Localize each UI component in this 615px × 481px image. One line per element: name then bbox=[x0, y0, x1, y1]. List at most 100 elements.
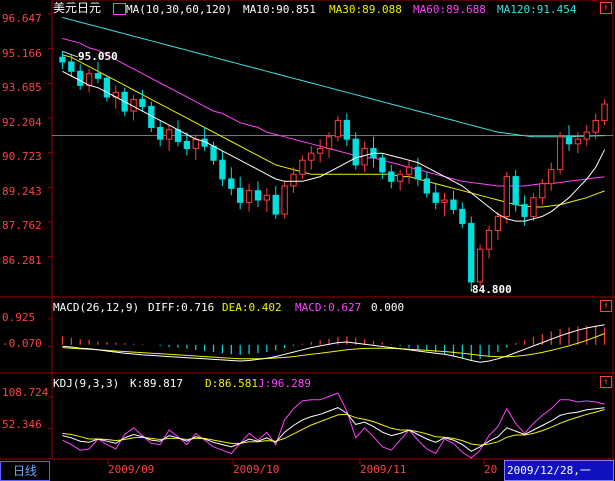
candle-body bbox=[157, 126, 164, 140]
macd-params-label: MACD(26,12,9) bbox=[53, 301, 140, 314]
macd-expand-button[interactable]: ↑ bbox=[600, 300, 612, 312]
symbol-title: 美元日元 bbox=[53, 1, 102, 15]
chart-window: 美元日元 MA(10,30,60,120) MA10:90.851 MA30:8… bbox=[0, 0, 615, 481]
candle-body bbox=[352, 138, 359, 166]
candle-body bbox=[299, 159, 306, 175]
high-annotation-leader bbox=[62, 51, 79, 58]
candle-body bbox=[521, 204, 528, 217]
candle-body bbox=[459, 208, 466, 224]
x-tick-label: 2009/10 bbox=[233, 463, 280, 476]
price-tick: 95.166 bbox=[2, 47, 42, 60]
candle-body bbox=[165, 129, 173, 140]
ma10-line bbox=[62, 70, 606, 222]
ma60-value: MA60:89.688 bbox=[413, 3, 486, 16]
candle-body bbox=[192, 138, 199, 150]
candle-body bbox=[565, 136, 573, 145]
high-annotation: 95.050 bbox=[78, 50, 118, 63]
candle-body bbox=[139, 98, 146, 107]
candle-body bbox=[592, 119, 599, 133]
candle-body bbox=[334, 119, 342, 138]
candle-body bbox=[379, 157, 386, 173]
candle-body bbox=[77, 70, 84, 86]
candle-body bbox=[272, 194, 279, 215]
candle-body bbox=[494, 215, 502, 231]
candle-body bbox=[441, 199, 448, 203]
candle-body bbox=[361, 148, 368, 166]
candle-body bbox=[174, 129, 182, 143]
price-tick: 89.243 bbox=[2, 185, 42, 198]
price-tick: 87.762 bbox=[2, 219, 42, 232]
ma120-value: MA120:91.454 bbox=[497, 3, 577, 16]
ma-toggle-icon[interactable] bbox=[113, 3, 126, 15]
candle-body bbox=[263, 194, 271, 201]
macd-tick: -0.070 bbox=[2, 337, 42, 350]
low-annotation: 84.800 bbox=[472, 283, 512, 296]
candle-body bbox=[423, 178, 430, 194]
candle-body bbox=[68, 61, 75, 72]
kdj-expand-button[interactable]: ↑ bbox=[600, 376, 612, 388]
candle-body bbox=[414, 166, 422, 180]
macd-value: MACD:0.627 bbox=[295, 301, 362, 314]
kdj-d-value: D:86.581 bbox=[205, 377, 258, 390]
candle-body bbox=[530, 197, 537, 217]
kdj-j-line bbox=[62, 392, 605, 459]
kdj-d-line bbox=[62, 409, 605, 446]
candle-body bbox=[325, 136, 333, 150]
candle-body bbox=[556, 136, 564, 171]
ma120-line bbox=[62, 16, 605, 138]
candle-body bbox=[388, 171, 395, 182]
candle-body bbox=[343, 119, 350, 140]
chart-canvas bbox=[0, 0, 615, 465]
candle-body bbox=[85, 73, 93, 86]
candle-body bbox=[237, 187, 244, 203]
kdj-j-value: J:96.289 bbox=[258, 377, 311, 390]
candle-body bbox=[503, 176, 510, 217]
candle-body bbox=[396, 173, 404, 182]
candle-body bbox=[59, 56, 66, 63]
panel-expand-button[interactable]: ↑ bbox=[600, 2, 612, 14]
price-tick: 92.204 bbox=[2, 116, 42, 129]
candle-body bbox=[432, 192, 439, 203]
candle-body bbox=[210, 145, 217, 161]
candle-body bbox=[583, 131, 590, 140]
candle-body bbox=[219, 159, 226, 180]
candle-body bbox=[601, 103, 608, 121]
macd-extra-value: 0.000 bbox=[371, 301, 405, 314]
candle-body bbox=[476, 248, 484, 283]
candle-body bbox=[539, 183, 546, 199]
kdj-params-label: KDJ(9,3,3) bbox=[53, 377, 120, 390]
macd-tick: 0.925 bbox=[2, 311, 36, 324]
ma30-value: MA30:89.088 bbox=[329, 3, 402, 16]
candle-body bbox=[485, 229, 493, 250]
candle-body bbox=[468, 222, 475, 283]
candle-body bbox=[94, 73, 102, 79]
ma-params-label: MA(10,30,60,120) bbox=[126, 3, 232, 16]
price-tick: 90.723 bbox=[2, 150, 42, 163]
x-tick-label: 2009/09 bbox=[108, 463, 155, 476]
macd-diff-line bbox=[62, 324, 605, 363]
price-tick: 96.647 bbox=[2, 12, 42, 25]
ma10-value: MA10:90.851 bbox=[243, 3, 316, 16]
price-tick: 86.281 bbox=[2, 254, 42, 267]
kdj-k-line bbox=[62, 407, 605, 452]
candle-body bbox=[317, 148, 324, 154]
ma30-line bbox=[62, 54, 605, 208]
x-tick-label: 2009/11 bbox=[360, 463, 407, 476]
candle-body bbox=[228, 178, 235, 189]
candle-body bbox=[405, 166, 413, 175]
macd-diff-value: DIFF:0.716 bbox=[148, 301, 215, 314]
candle-body bbox=[290, 173, 297, 187]
candle-body bbox=[245, 190, 253, 203]
candle-body bbox=[574, 138, 582, 145]
macd-dea-value: DEA:0.402 bbox=[222, 301, 282, 314]
candle-body bbox=[512, 176, 519, 206]
price-tick: 93.685 bbox=[2, 81, 42, 94]
candle-body bbox=[450, 199, 457, 210]
kdj-tick: 108.724 bbox=[2, 386, 49, 399]
tab-daily[interactable]: 日线 bbox=[0, 461, 50, 481]
plot-frame bbox=[51, 0, 614, 460]
candle-body bbox=[103, 77, 111, 98]
kdj-k-value: K:89.817 bbox=[130, 377, 183, 390]
candle-body bbox=[281, 185, 288, 215]
candle-body bbox=[254, 190, 262, 201]
